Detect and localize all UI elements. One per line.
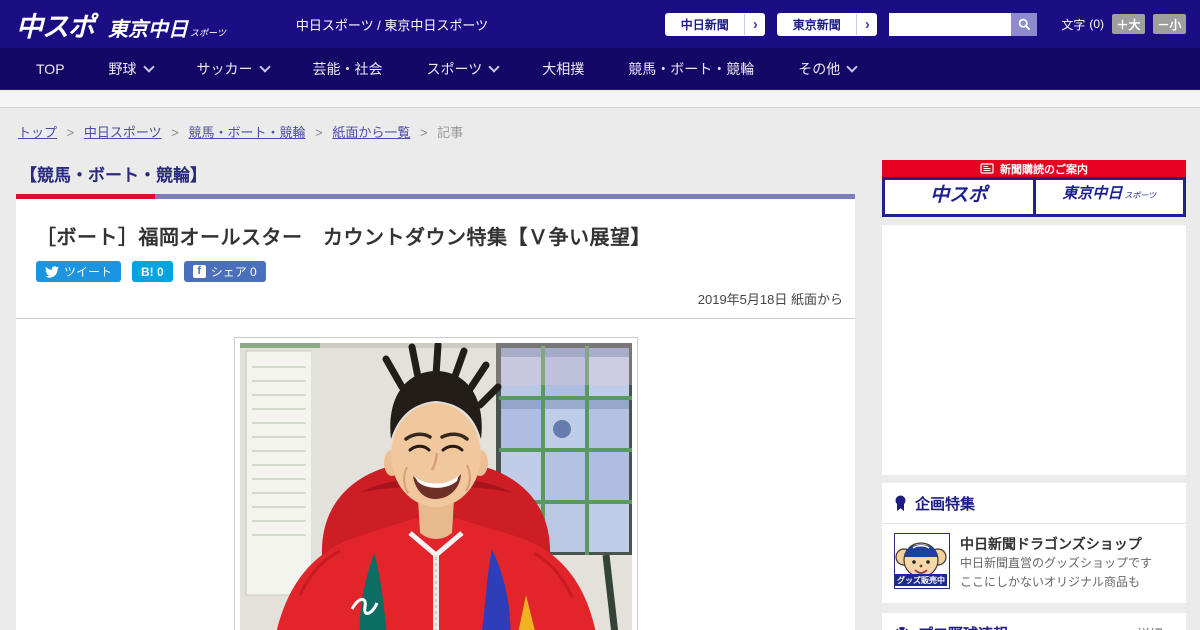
chevron-down-icon	[488, 60, 500, 73]
chevron-right-icon: ›	[744, 13, 765, 35]
nav-item-sports[interactable]: スポーツ	[427, 59, 500, 79]
tokyo-shimbun-label: 東京新聞	[792, 17, 841, 32]
nav-item-sumo[interactable]: 大相撲	[542, 59, 584, 79]
nav-item-top[interactable]: TOP	[36, 61, 65, 77]
breadcrumb-separator: >	[419, 125, 428, 140]
twitter-icon	[45, 265, 59, 278]
subscription-tokyo-chunichi-logo-small: スポーツ	[1124, 191, 1157, 200]
tokyo-shimbun-button[interactable]: 東京新聞 ›	[777, 12, 878, 36]
mascot-thumbnail: グッズ販売中	[894, 533, 950, 589]
share-label: シェア 0	[210, 265, 257, 279]
header-sub-band	[0, 91, 1200, 108]
breadcrumb-separator: >	[171, 125, 179, 140]
chevron-down-icon	[142, 60, 155, 73]
nav-item-soccer[interactable]: サッカー	[197, 59, 271, 79]
nav-item-other[interactable]: その他	[798, 59, 858, 79]
article-panel: ［ボート］福岡オールスター カウントダウン特集【Ｖ争い展望】 ツイート B! 0…	[16, 199, 855, 630]
feature-item-line1: 中日新聞直営のグッズショップです	[960, 556, 1153, 570]
feature-item-dragons-shop[interactable]: グッズ販売中 中日新聞ドラゴンズショップ 中日新聞直営のグッズショップです ここ…	[882, 524, 1186, 603]
search-box	[889, 12, 1038, 36]
scoreboard-detail-link[interactable]: 詳細 >	[1137, 624, 1174, 630]
mascot-badge-text: グッズ販売中	[897, 575, 945, 585]
article-date: 2019年5月18日 紙面から	[697, 292, 843, 307]
search-button[interactable]	[1011, 12, 1038, 36]
nav-item-racing[interactable]: 競馬・ボート・競輪	[628, 59, 754, 79]
chunichi-shimbun-button[interactable]: 中日新聞 ›	[665, 12, 766, 36]
subscription-banner-body: 中スポ 東京中日 スポーツ	[882, 177, 1186, 217]
scoreboard-heading: プロ野球速報	[894, 623, 1008, 630]
feature-item-title: 中日新聞ドラゴンズショップ	[960, 536, 1142, 552]
subscription-banner[interactable]: 新聞購読のご案内 中スポ 東京中日 スポーツ	[882, 160, 1186, 217]
facebook-icon: f	[192, 265, 206, 278]
font-larger-button[interactable]: ＋大	[1112, 14, 1145, 34]
feature-heading: 企画特集	[882, 483, 1186, 524]
breadcrumb-separator: >	[315, 125, 323, 140]
article-divider	[16, 318, 855, 319]
breadcrumb-chunichi-sports[interactable]: 中日スポーツ	[84, 125, 162, 140]
nav-item-entertainment[interactable]: 芸能・社会	[313, 59, 383, 79]
feature-section: 企画特集 グッズ販売中 中日新聞ドラゴンズショップ 中日新聞直営のグッズショップ…	[882, 483, 1186, 604]
breadcrumb-racing[interactable]: 競馬・ボート・競輪	[188, 125, 305, 140]
social-buttons: ツイート B! 0 f シェア 0	[36, 261, 855, 282]
article-title: ［ボート］福岡オールスター カウントダウン特集【Ｖ争い展望】	[36, 227, 651, 249]
chevron-down-icon	[846, 60, 858, 73]
font-size-label: 文字	[1061, 17, 1086, 32]
chunichi-shimbun-label: 中日新聞	[680, 17, 729, 32]
hatena-bookmark-button[interactable]: B! 0	[132, 261, 173, 282]
breadcrumb: トップ > 中日スポーツ > 競馬・ボート・競輪 > 紙面から一覧 > 記事	[0, 108, 1200, 150]
feature-heading-label: 企画特集	[915, 496, 976, 513]
sidebar: 新聞購読のご案内 中スポ 東京中日 スポーツ 企画特集 グッズ販売中 中日新聞ド…	[882, 160, 1186, 630]
page: 中スポ 東京中日 スポーツ 中日スポーツ / 東京中日スポーツ 中日新聞 › 東…	[0, 0, 1200, 630]
subscription-tokyo-chunichi-button[interactable]: 東京中日 スポーツ	[1035, 180, 1183, 214]
breadcrumb-article: 記事	[437, 125, 464, 140]
tweet-button[interactable]: ツイート	[36, 261, 122, 282]
search-icon	[1018, 18, 1031, 30]
dragons-mascot-icon: グッズ販売中	[895, 534, 947, 586]
baseball-icon	[896, 626, 908, 630]
subscription-chuspo-button[interactable]: 中スポ	[885, 180, 1033, 214]
chevron-right-icon: ›	[856, 13, 877, 35]
facebook-share-button[interactable]: f シェア 0	[183, 261, 266, 282]
search-input[interactable]	[889, 12, 1012, 36]
font-size-control: 文字 (0) ＋大 －小	[1061, 14, 1186, 34]
breadcrumb-separator: >	[66, 125, 75, 140]
logo-tokyo-chunichi-small: スポーツ	[190, 27, 226, 38]
scoreboard-section: プロ野球速報 詳細 >	[882, 613, 1186, 630]
subscription-tokyo-chunichi-logo: 東京中日	[1062, 185, 1123, 202]
font-size-count: (0)	[1089, 17, 1104, 31]
ribbon-icon	[895, 495, 906, 511]
tweet-label: ツイート	[64, 265, 113, 279]
hatena-label: B! 0	[141, 264, 164, 279]
scoreboard-heading-label: プロ野球速報	[918, 623, 1008, 630]
site-header: 中スポ 東京中日 スポーツ 中日スポーツ / 東京中日スポーツ 中日新聞 › 東…	[0, 0, 1200, 48]
scoreboard-heading-row: プロ野球速報 詳細 >	[882, 613, 1186, 630]
breadcrumb-top[interactable]: トップ	[18, 125, 57, 140]
ad-placeholder	[882, 225, 1186, 475]
site-logo[interactable]: 中スポ 東京中日 スポーツ	[16, 5, 226, 44]
subscription-banner-label: 新聞購読のご案内	[1000, 163, 1088, 176]
feature-item-text: 中日新聞ドラゴンズショップ 中日新聞直営のグッズショップです ここにしかないオリ…	[960, 533, 1152, 591]
logo-tokyo-chunichi: 東京中日	[108, 18, 188, 41]
subscription-banner-header: 新聞購読のご案内	[882, 160, 1186, 177]
subscription-chuspo-logo: 中スポ	[930, 185, 988, 206]
breadcrumb-paper-list[interactable]: 紙面から一覧	[332, 125, 410, 140]
nav-item-baseball[interactable]: 野球	[109, 59, 155, 79]
chevron-down-icon	[258, 60, 271, 73]
feature-item-line2: ここにしかないオリジナル商品も	[960, 574, 1141, 589]
site-names-text: 中日スポーツ / 東京中日スポーツ	[295, 17, 489, 33]
boat-racer-photo	[239, 343, 632, 630]
font-smaller-button[interactable]: －小	[1153, 14, 1186, 34]
newspaper-icon	[980, 163, 994, 174]
main-nav: TOP 野球 サッカー 芸能・社会 スポーツ 大相撲 競馬・ボート・競輪 その他	[0, 48, 1200, 90]
category-heading: 【競馬・ボート・競輪】	[20, 166, 207, 185]
article-photo	[233, 337, 638, 630]
logo-chuspo: 中スポ	[16, 11, 95, 42]
